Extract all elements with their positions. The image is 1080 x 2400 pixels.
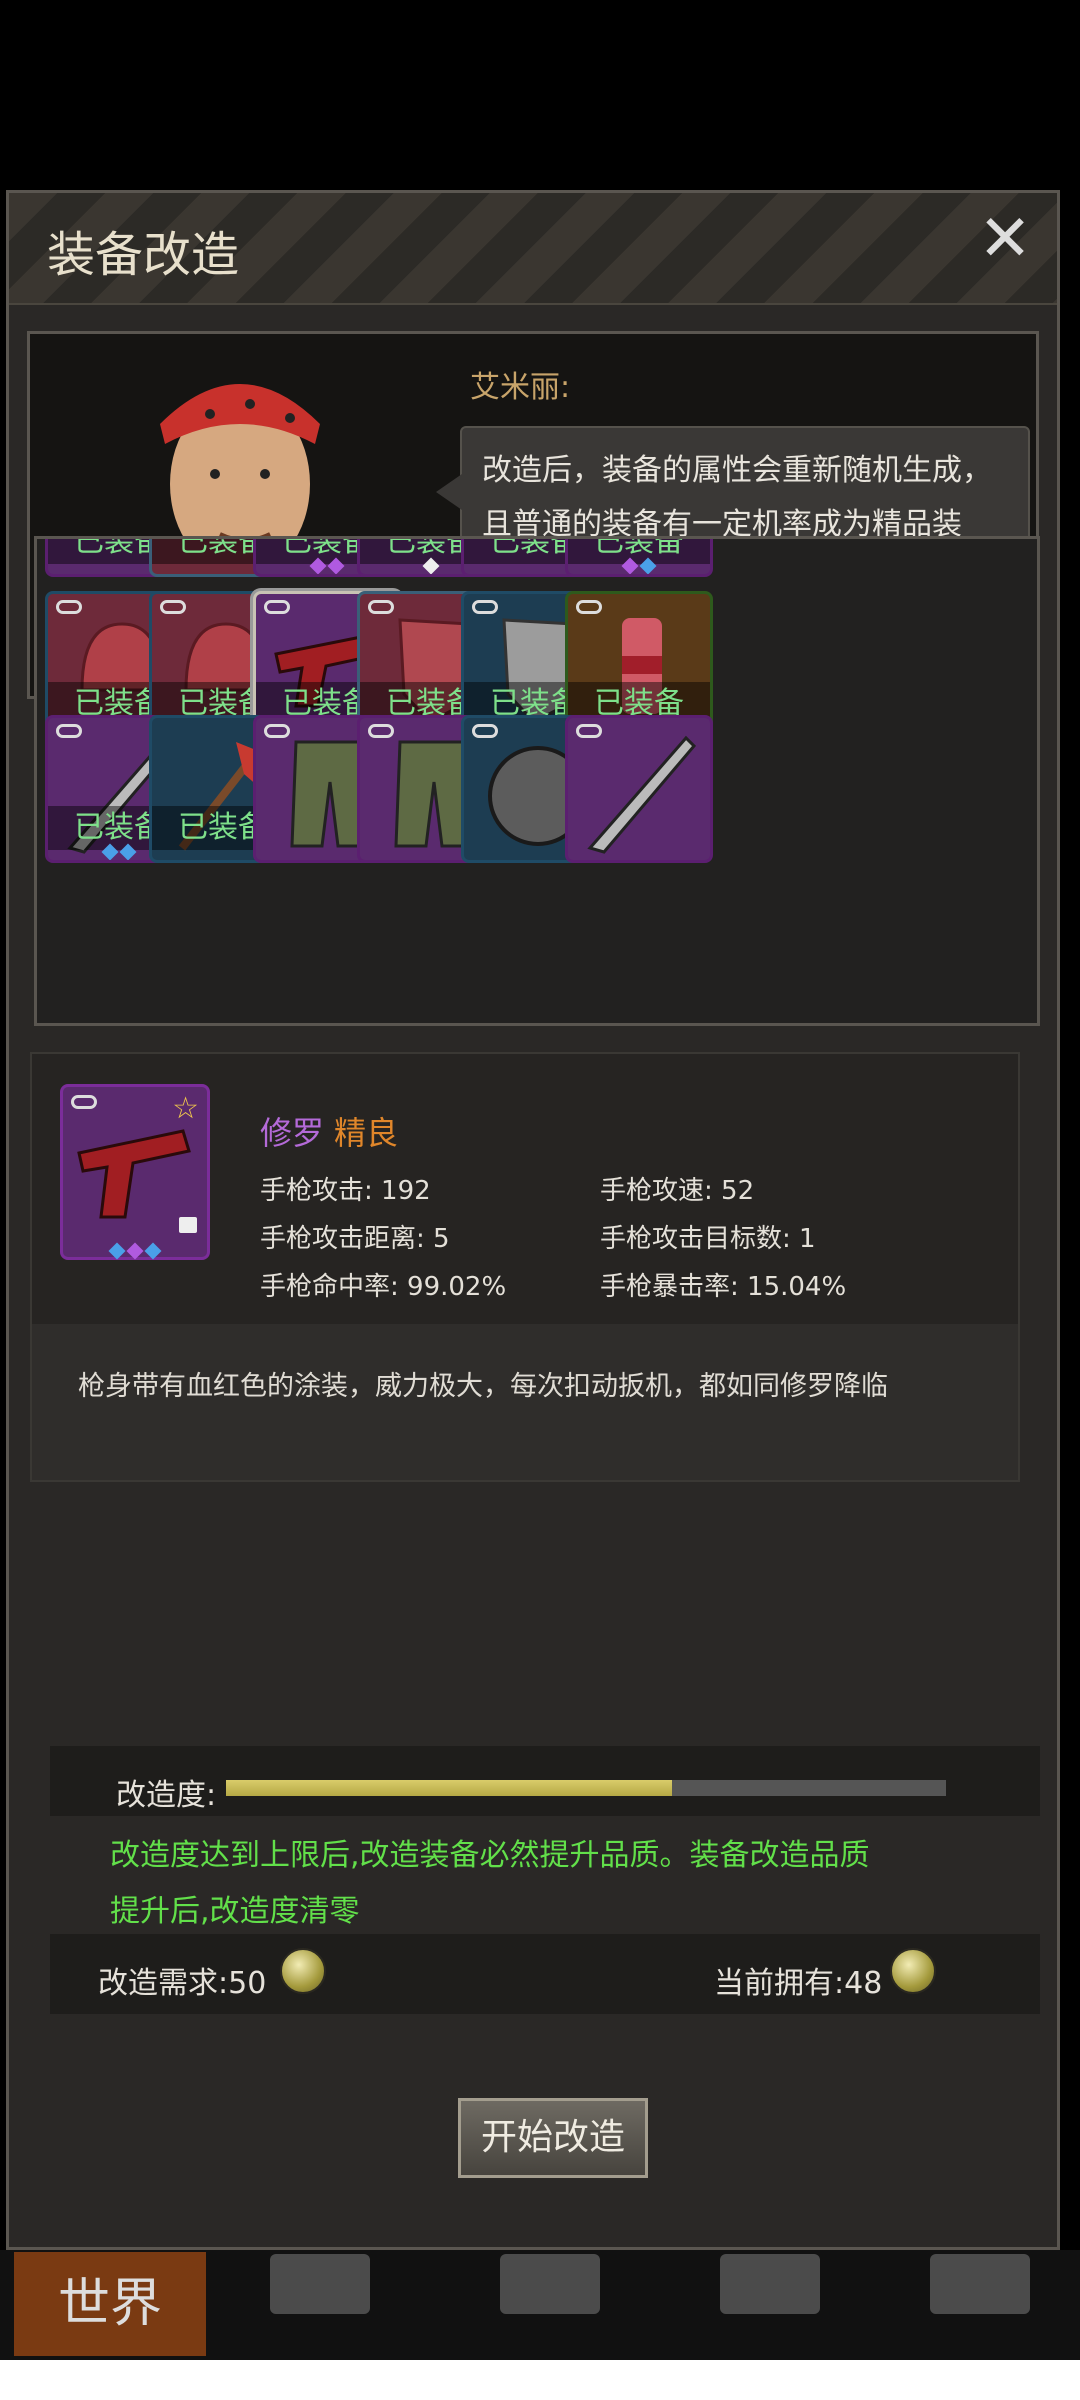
gem-row <box>568 557 710 574</box>
gem-icon <box>108 1242 126 1260</box>
status-bar-area <box>0 0 1080 190</box>
gem-icon <box>144 1242 162 1260</box>
equipment-slot-knife[interactable] <box>565 715 713 863</box>
owned-text: 当前拥有:48 <box>714 1966 883 2001</box>
requirement-text: 改造需求:50 <box>98 1966 267 2001</box>
item-detail-panel: ☆ 修罗 精良 手枪攻击: 192 手枪攻速: 52 手枪攻击距离: 5 手枪攻击… <box>30 1052 1020 1482</box>
character-nav-icon[interactable] <box>500 2254 600 2314</box>
progress-bar <box>226 1780 946 1796</box>
progress-fill <box>226 1780 673 1796</box>
equipment-grid[interactable]: 已装备 已装备 已装备 已装备 已装备 已装备 已装备 已装备 ☆ 已装备 <box>34 536 1040 1026</box>
gem-icon <box>119 843 137 860</box>
stat-crit-rate: 手枪暴击率: 15.04% <box>600 1272 847 1302</box>
crafting-nav-icon[interactable] <box>720 2254 820 2314</box>
start-modify-button[interactable]: 开始改造 <box>458 2098 648 2178</box>
home-indicator[interactable] <box>350 2370 730 2378</box>
stat-speed: 手枪攻速: 52 <box>600 1176 755 1206</box>
gem-icon <box>101 843 119 860</box>
stat-hit-rate: 手枪命中率: 99.02% <box>260 1272 507 1302</box>
item-description: 枪身带有血红色的涂装，威力极大，每次扣动扳机，都如同修罗降临 <box>78 1371 888 1402</box>
inventory-nav-icon[interactable] <box>270 2254 370 2314</box>
npc-name: 艾米丽: <box>470 370 571 405</box>
close-icon[interactable]: ✕ <box>975 207 1035 271</box>
home-indicator-area <box>0 2360 1080 2400</box>
progress-label: 改造度: <box>116 1778 217 1813</box>
gem-icon <box>327 557 345 574</box>
coin-icon <box>890 1948 936 1994</box>
selected-item-slot[interactable]: ☆ <box>60 1084 210 1260</box>
page-title: 装备改造 <box>47 227 240 283</box>
panel-header: 装备改造 ✕ <box>9 193 1057 305</box>
equipment-slot[interactable]: 已装备 <box>565 539 713 577</box>
gem-icon <box>309 557 327 574</box>
item-title: 修罗 精良 <box>260 1108 398 1154</box>
gem-icon <box>422 557 440 574</box>
gem-row <box>63 1242 207 1261</box>
modify-note: 改造度达到上限后,改造装备必然提升品质。装备改造品质提升后,改造度清零 <box>110 1838 870 1929</box>
nav-world-tab[interactable]: 世界 <box>14 2252 206 2356</box>
gem-icon <box>126 1242 144 1260</box>
stat-targets: 手枪攻击目标数: 1 <box>600 1224 816 1254</box>
gem-icon <box>639 557 657 574</box>
item-name: 修罗 <box>260 1114 325 1152</box>
knife-icon <box>587 735 697 854</box>
coin-icon <box>280 1948 326 1994</box>
vehicle-nav-icon[interactable] <box>930 2254 1030 2314</box>
item-quality: 精良 <box>334 1114 399 1152</box>
lock-icon <box>179 1217 197 1233</box>
gem-icon <box>621 557 639 574</box>
stat-range: 手枪攻击距离: 5 <box>260 1224 450 1254</box>
stat-attack: 手枪攻击: 192 <box>260 1176 431 1206</box>
